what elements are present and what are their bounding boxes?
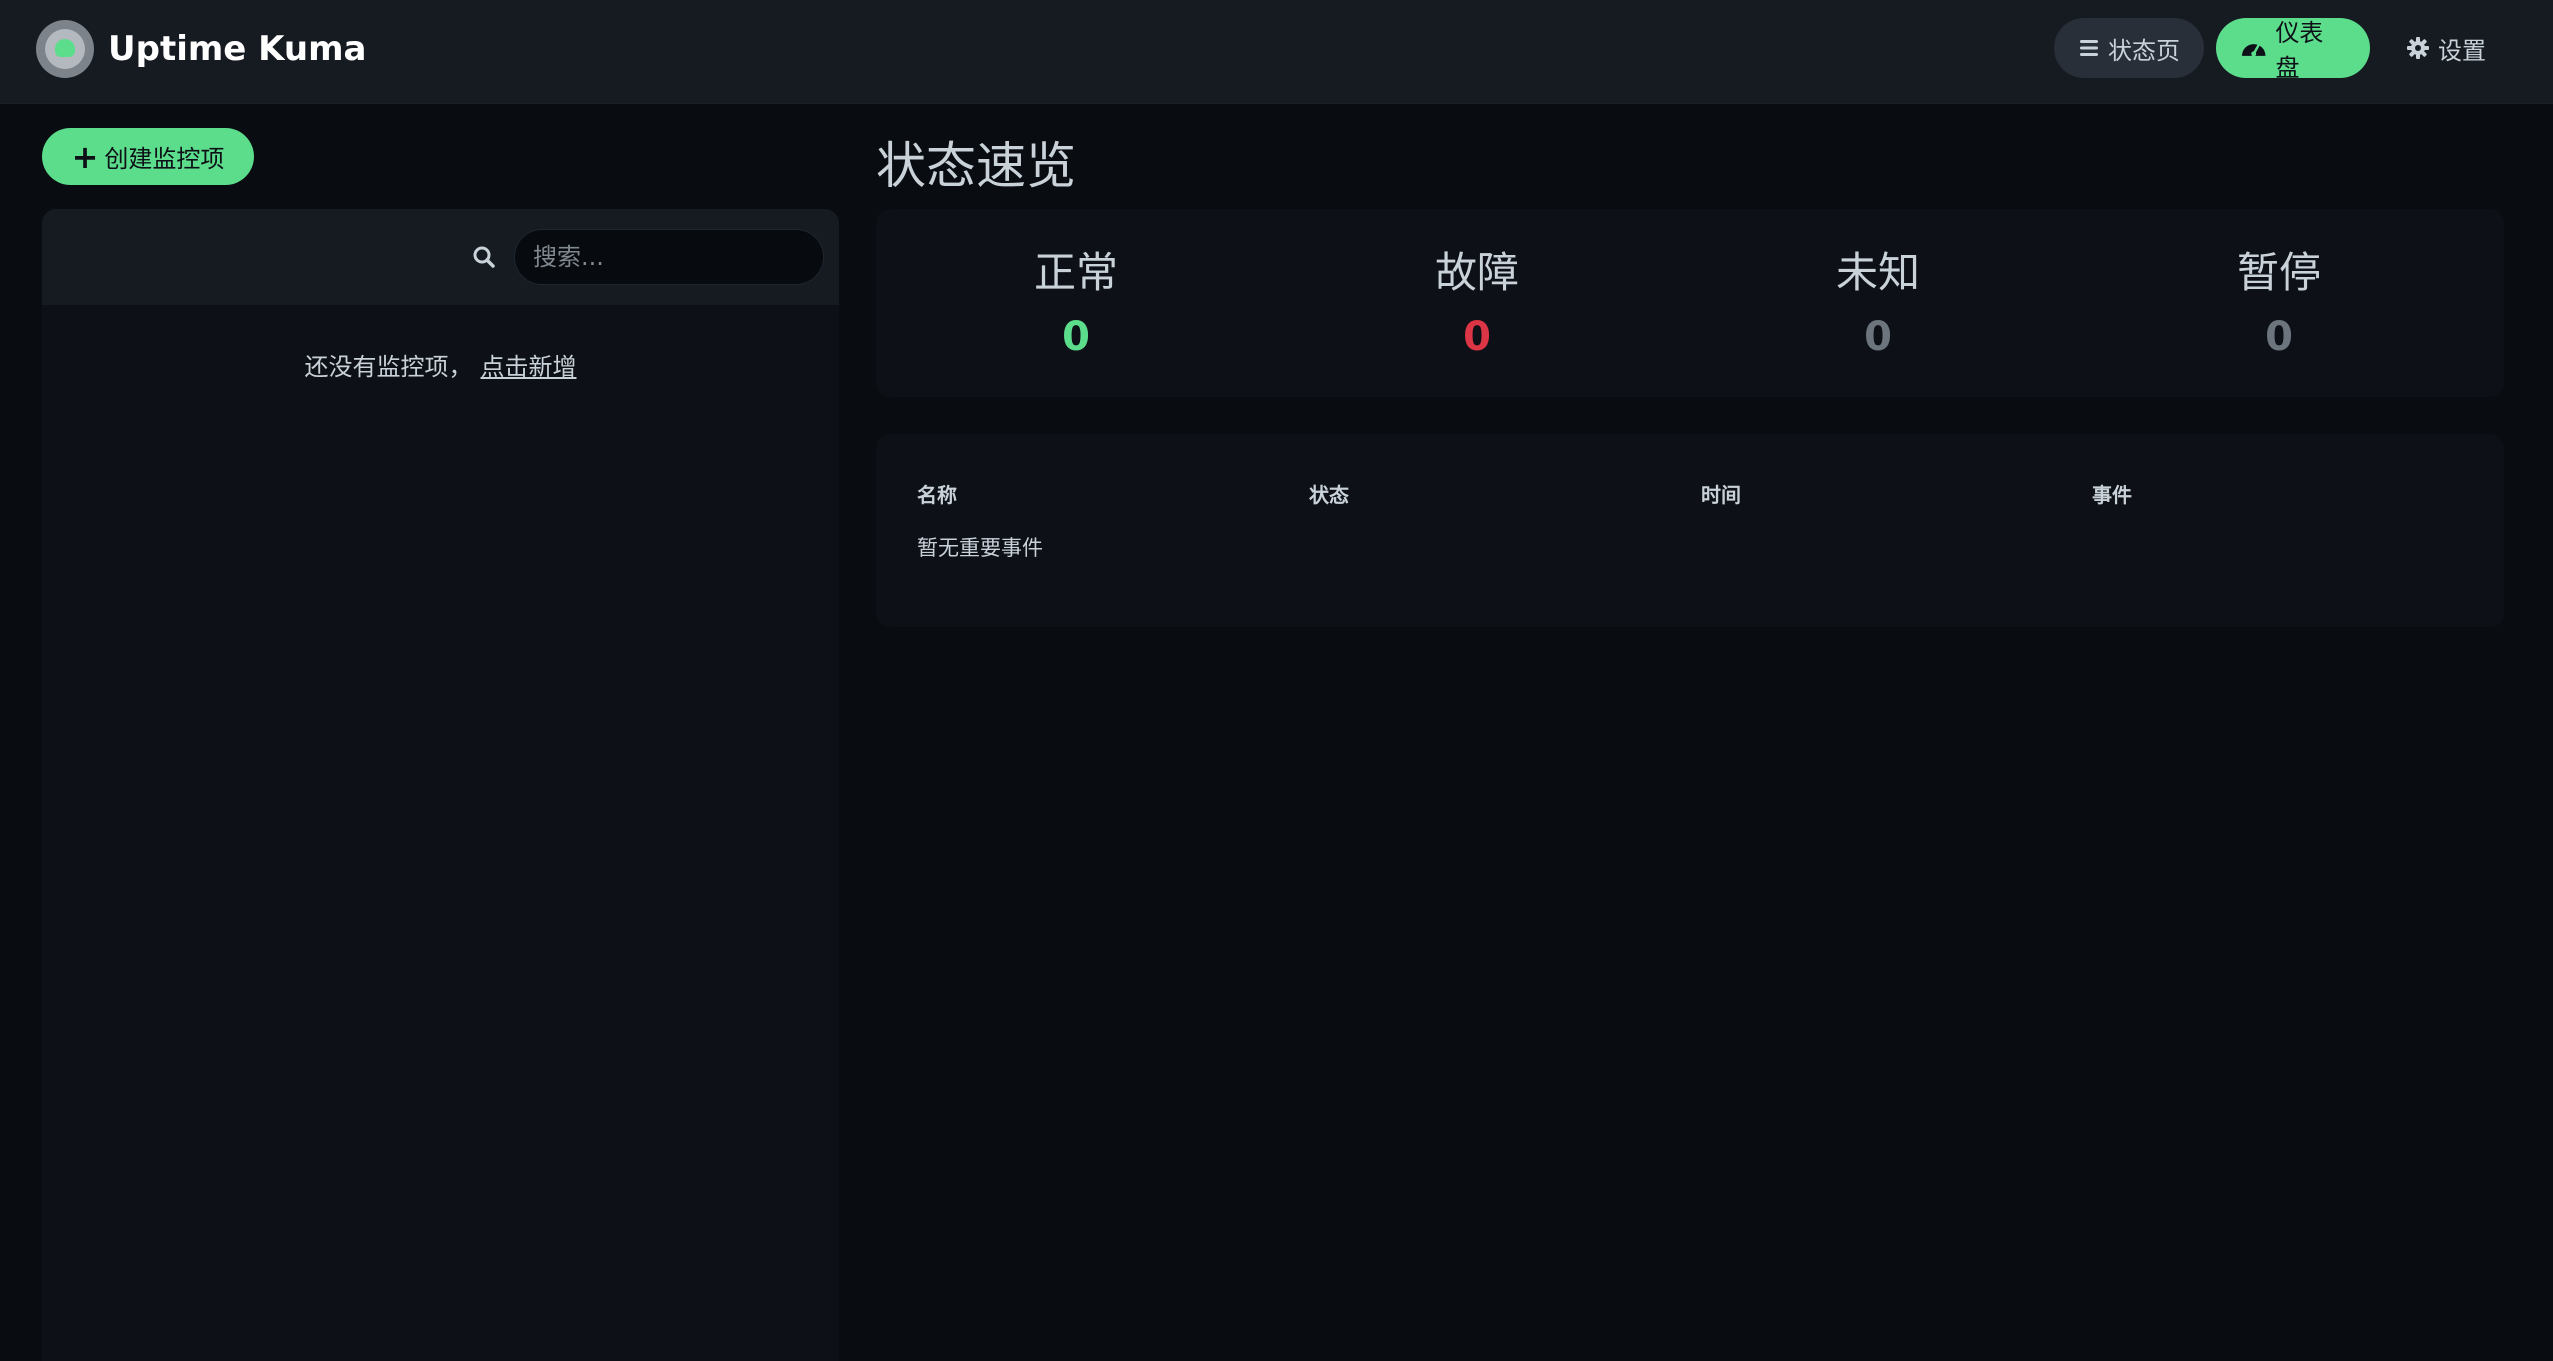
column-header-name: 名称 <box>917 483 957 507</box>
stat-paused-value: 0 <box>2265 314 2293 360</box>
nav-dashboard-label: 仪表盘 <box>2275 19 2324 82</box>
stat-paused: 暂停 0 <box>2079 239 2479 360</box>
column-header-event: 事件 <box>2092 483 2132 507</box>
empty-monitor-message: 还没有监控项， 点击新增 <box>42 347 839 382</box>
top-navbar: Uptime Kuma 状态页 仪表盘 设置 <box>0 0 2553 104</box>
nav-settings-button[interactable]: 设置 <box>2388 18 2508 78</box>
brand-name: Uptime Kuma <box>108 29 367 69</box>
stat-paused-label: 暂停 <box>2236 248 2321 297</box>
no-events-message: 暂无重要事件 <box>917 536 1043 560</box>
stat-down-label: 故障 <box>1434 248 1519 297</box>
nav-status-page-label: 状态页 <box>2108 36 2180 65</box>
stat-unknown-value: 0 <box>1864 314 1892 360</box>
stat-unknown: 未知 0 <box>1678 239 2078 360</box>
stat-unknown-label: 未知 <box>1835 248 1920 297</box>
uptime-kuma-logo-icon <box>36 20 94 78</box>
stat-down: 故障 0 <box>1277 239 1677 360</box>
dashboard-gauge-icon <box>2241 43 2266 57</box>
create-monitor-button[interactable]: + 创建监控项 <box>42 128 254 185</box>
nav-dashboard-button[interactable]: 仪表盘 <box>2216 18 2370 82</box>
stat-up: 正常 0 <box>876 239 1276 360</box>
empty-monitor-text: 还没有监控项， <box>304 353 473 381</box>
important-events-card: 名称 状态 时间 事件 暂无重要事件 <box>876 434 2504 627</box>
gear-icon <box>2407 37 2429 59</box>
plus-icon: + <box>71 137 99 176</box>
column-header-time: 时间 <box>1701 483 1741 507</box>
stat-up-label: 正常 <box>1033 248 1118 297</box>
stat-down-value: 0 <box>1463 314 1491 360</box>
monitor-list-panel: 还没有监控项， 点击新增 <box>42 209 839 1361</box>
nav-settings-label: 设置 <box>2438 36 2486 65</box>
list-icon <box>2080 40 2098 56</box>
create-monitor-label: 创建监控项 <box>104 145 225 173</box>
stat-up-value: 0 <box>1062 314 1090 360</box>
search-icon <box>473 246 495 268</box>
status-summary-card: 正常 0 故障 0 未知 0 暂停 0 <box>876 209 2504 397</box>
column-header-status: 状态 <box>1309 483 1349 507</box>
add-new-monitor-link[interactable]: 点击新增 <box>481 353 577 381</box>
monitor-list-header <box>42 209 839 305</box>
nav-status-page-button[interactable]: 状态页 <box>2054 18 2204 78</box>
brand-link[interactable]: Uptime Kuma <box>36 20 367 78</box>
page-title: 状态速览 <box>876 137 1076 195</box>
search-input[interactable] <box>514 229 824 285</box>
